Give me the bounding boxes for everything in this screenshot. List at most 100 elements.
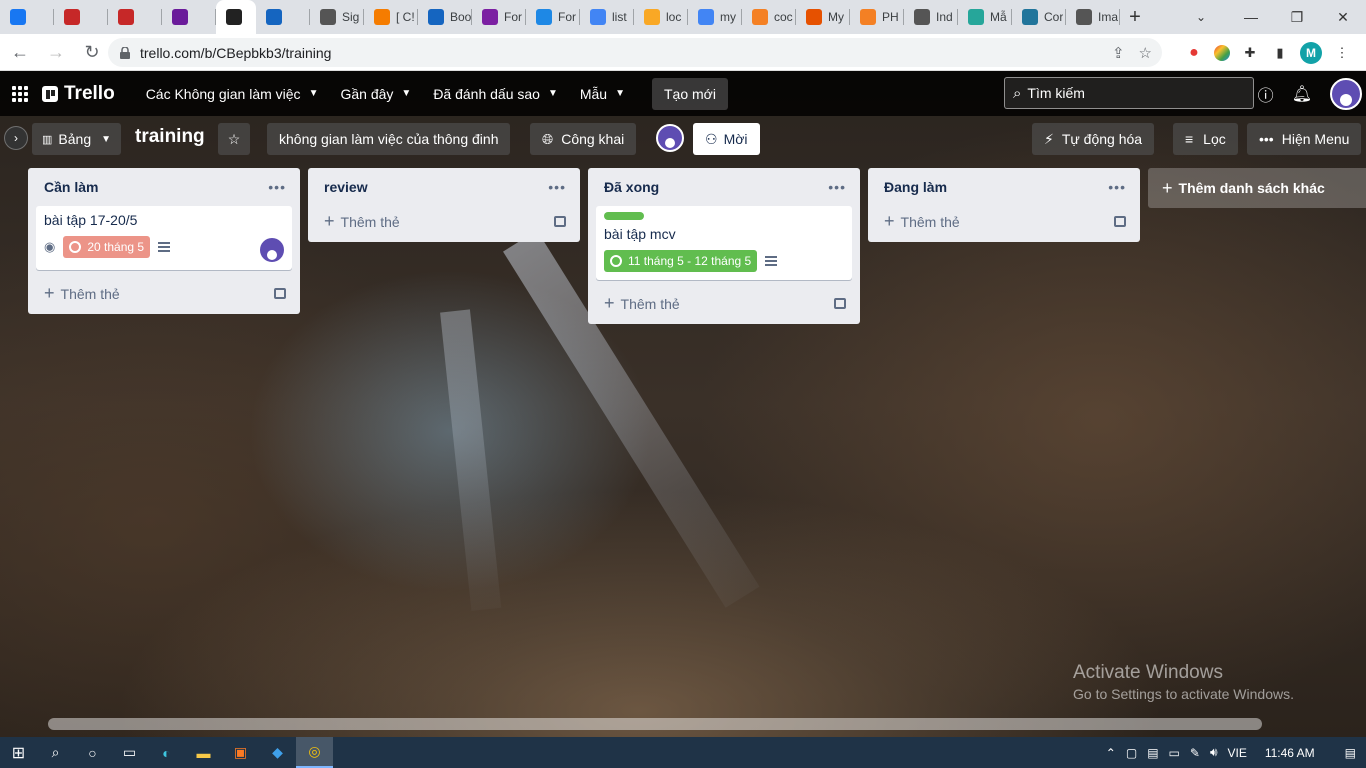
workspace-button[interactable]: không gian làm việc của thông đinh [267,123,511,155]
windows-start-icon[interactable]: ⊞ [0,737,37,768]
pen-icon[interactable]: ✎ [1190,746,1200,760]
card[interactable]: bài tập 17-20/5 ◉ 20 tháng 5 [36,206,292,270]
list-title[interactable]: Đã xong [604,179,659,195]
browser-tab[interactable]: list [580,0,634,34]
board-title[interactable]: training [135,126,205,148]
card[interactable]: bài tập mcv 11 tháng 5 - 12 tháng 5 [596,206,852,280]
volume-icon[interactable]: 🔊︎ [1210,745,1218,760]
add-card-button[interactable]: + Thêm thẻ [316,206,572,236]
browser-tab[interactable]: Mẫ [958,0,1012,34]
star-board-icon[interactable]: ☆ [218,123,250,155]
menu-workspaces[interactable]: Các Không gian làm việc ▼ [135,78,330,110]
chrome-menu-icon[interactable]: ⋮ [1332,43,1352,63]
list-title[interactable]: review [324,179,368,195]
browser-tab[interactable]: Ima [1066,0,1120,34]
menu-recent[interactable]: Gần đây ▼ [329,78,422,110]
due-date-badge[interactable]: 20 tháng 5 [63,236,151,258]
menu-templates[interactable]: Mẫu ▼ [569,78,636,110]
browser-tab[interactable]: Cor [1012,0,1066,34]
vscode-icon[interactable]: ◆ [259,737,296,768]
list-title[interactable]: Cần làm [44,179,98,195]
address-bar[interactable]: trello.com/b/CBepbkb3/training ⇪ ☆ [108,38,1162,67]
browser-tab[interactable]: For [472,0,526,34]
reload-icon[interactable]: ↻ [76,36,108,68]
info-icon[interactable]: ⓘ [1258,82,1274,106]
tab-search-chevron-icon[interactable]: ⌄ [1186,0,1216,34]
browser-tab[interactable]: For [526,0,580,34]
list-more-icon[interactable]: ••• [1108,179,1126,195]
search-icon[interactable]: ⌕ [37,737,74,768]
browser-tab[interactable] [0,0,54,34]
task-view-icon[interactable]: ▭ [111,737,148,768]
chevron-up-icon[interactable]: ⌃ [1106,746,1116,760]
minimize-icon[interactable]: — [1228,0,1274,34]
list-more-icon[interactable]: ••• [268,179,286,195]
card-template-icon[interactable] [274,287,286,299]
edge-icon[interactable]: ◐ [148,737,185,768]
browser-tab[interactable] [54,0,108,34]
create-button[interactable]: Tạo mới [652,77,728,110]
forward-icon[interactable]: → [40,36,72,68]
color-extension-icon[interactable] [1214,44,1230,61]
file-explorer-icon[interactable]: ▬ [185,737,222,768]
card-template-icon[interactable] [1114,215,1126,227]
trello-logo[interactable]: Trello [42,83,115,105]
xampp-icon[interactable]: ▣ [222,737,259,768]
extensions-puzzle-icon[interactable]: ✚ [1240,43,1260,63]
add-list-button[interactable]: + Thêm danh sách khác [1148,168,1366,208]
card-member-avatar[interactable] [258,236,286,264]
app-switcher-icon[interactable] [10,84,30,104]
language-indicator[interactable]: VIE [1228,746,1247,760]
add-card-button[interactable]: + Thêm thẻ [876,206,1132,236]
browser-tab[interactable]: Sig [310,0,364,34]
menu-starred[interactable]: Đã đánh dấu sao ▼ [422,78,569,110]
display-icon[interactable]: ▭ [1169,746,1180,760]
sidebar-expand-icon[interactable]: › [4,126,28,150]
meet-now-icon[interactable]: ▢ [1126,746,1137,760]
automation-button[interactable]: ⚡︎ Tự động hóa [1032,123,1155,155]
profile-avatar[interactable]: M [1300,41,1322,64]
side-panel-icon[interactable]: ▮ [1270,43,1290,63]
browser-tab[interactable] [162,0,216,34]
add-card-button[interactable]: + Thêm thẻ [596,288,852,318]
list-more-icon[interactable]: ••• [828,179,846,195]
due-date-badge[interactable]: 11 tháng 5 - 12 tháng 5 [604,250,758,272]
card-template-icon[interactable] [834,297,846,309]
user-avatar[interactable] [1330,77,1362,110]
clock-time[interactable]: 11:46 AM [1265,746,1315,760]
browser-tab[interactable]: [ C! [364,0,418,34]
share-icon[interactable]: ⇪ [1112,44,1125,62]
invite-button[interactable]: ⚇ Mời [693,123,760,155]
list-more-icon[interactable]: ••• [548,179,566,195]
restore-icon[interactable]: ❐ [1274,0,1320,34]
opera-extension-icon[interactable]: ● [1184,43,1204,63]
notification-center-icon[interactable]: ▤ [1345,746,1356,760]
browser-tab[interactable] [108,0,162,34]
browser-tab[interactable]: PH [850,0,904,34]
bookmark-star-icon[interactable]: ☆ [1139,44,1152,62]
card-template-icon[interactable] [554,215,566,227]
browser-tab[interactable]: Ind [904,0,958,34]
show-menu-button[interactable]: ••• Hiện Menu [1247,123,1362,155]
network-icon[interactable]: ▤ [1147,746,1158,760]
board-member-avatar[interactable] [656,124,684,152]
chrome-icon[interactable]: ◎ [296,737,333,768]
board-view-switcher[interactable]: ▥ Bảng ▼ [32,123,122,155]
browser-tab[interactable]: loc [634,0,688,34]
horizontal-scrollbar[interactable] [48,718,1262,730]
add-card-button[interactable]: + Thêm thẻ [36,278,292,308]
close-icon[interactable]: ✕ [1320,0,1366,34]
list-title[interactable]: Đang làm [884,179,947,195]
visibility-button[interactable]: 🌐︎ Công khai [530,123,637,155]
browser-tab[interactable] [256,0,310,34]
notifications-bell-icon[interactable]: 🔔︎ [1292,84,1312,104]
browser-tab[interactable] [216,0,256,34]
browser-tab[interactable]: coc [742,0,796,34]
browser-tab[interactable]: Boo [418,0,472,34]
card-label-green[interactable] [604,212,644,220]
back-icon[interactable]: ← [4,36,36,68]
new-tab-icon[interactable]: + [1120,0,1150,34]
cortana-icon[interactable]: ○ [74,737,111,768]
browser-tab[interactable]: My [796,0,850,34]
filter-button[interactable]: ≡ Lọc [1173,123,1238,155]
